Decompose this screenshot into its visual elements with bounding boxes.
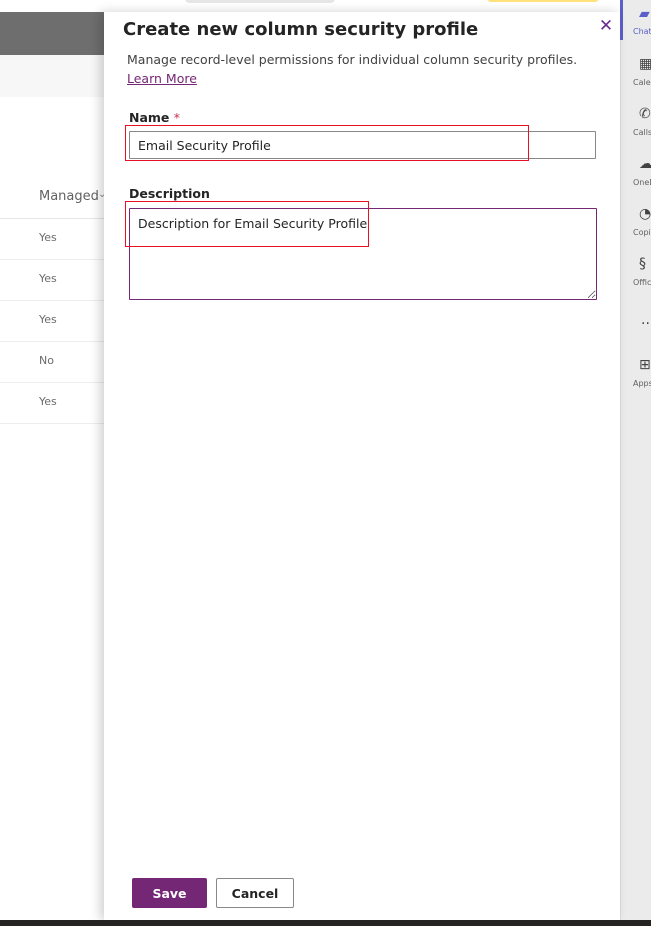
rail-item-label: Office	[633, 278, 651, 287]
notification-pill[interactable]	[487, 0, 599, 2]
cancel-button[interactable]: Cancel	[216, 878, 294, 908]
table-row[interactable]: No	[0, 341, 104, 383]
rail-item-calendar[interactable]: ▦ Calendar	[621, 56, 651, 106]
rail-item-copilot[interactable]: ◔ Copilot	[621, 206, 651, 256]
managed-cell: Yes	[39, 313, 57, 326]
table-row[interactable]: Yes	[0, 382, 104, 424]
office-icon: §	[639, 256, 646, 272]
app-header-bar	[0, 12, 104, 55]
learn-more-link[interactable]: Learn More	[127, 71, 197, 86]
rail-item-onedrive[interactable]: ☁ OneDrive	[621, 156, 651, 206]
rail-item-label: Chat	[633, 27, 651, 36]
managed-cell: No	[39, 354, 54, 367]
rail-item-label: Calendar	[633, 78, 651, 87]
rail-item-label: Calls	[633, 128, 651, 137]
rail-item-apps[interactable]: ⊞ Apps	[621, 357, 651, 407]
copilot-icon: ◔	[639, 206, 651, 222]
save-button[interactable]: Save	[132, 878, 207, 908]
taskbar-strip	[0, 920, 651, 926]
description-label: Description	[129, 186, 210, 201]
close-icon[interactable]: ✕	[597, 17, 615, 35]
rail-item-chat[interactable]: ▰ Chat	[621, 6, 651, 56]
grid-header-managed[interactable]: Managed ⌄	[0, 175, 106, 219]
name-label-text: Name	[129, 110, 170, 125]
command-bar	[0, 55, 104, 98]
name-label: Name *	[129, 110, 180, 125]
rail-item-label: Copilot	[633, 228, 651, 237]
panel-description-text: Manage record-level permissions for indi…	[127, 52, 578, 67]
required-marker: *	[173, 110, 181, 125]
apps-icon: ⊞	[639, 357, 651, 373]
cloud-icon: ☁	[639, 156, 651, 172]
table-row[interactable]: Yes	[0, 218, 104, 260]
phone-icon: ✆	[639, 106, 651, 122]
app-rail: ▰ Chat ▦ Calendar ✆ Calls ☁ OneDrive ◔ C…	[620, 0, 651, 920]
table-row[interactable]: Yes	[0, 300, 104, 342]
create-profile-panel: Create new column security profile ✕ Man…	[104, 12, 620, 920]
chat-icon: ▰	[639, 6, 650, 22]
name-field[interactable]	[129, 131, 596, 159]
description-field[interactable]: Description for Email Security Profile	[129, 208, 597, 300]
more-apps-button[interactable]: ...	[621, 312, 651, 362]
rail-item-label: Apps	[633, 379, 651, 388]
rail-item-calls[interactable]: ✆ Calls	[621, 106, 651, 156]
panel-description: Manage record-level permissions for indi…	[127, 50, 597, 88]
rail-item-label: OneDrive	[633, 178, 651, 187]
grid-header-label: Managed	[39, 189, 99, 204]
managed-cell: Yes	[39, 272, 57, 285]
calendar-icon: ▦	[639, 56, 651, 72]
table-row[interactable]: Yes	[0, 259, 104, 301]
managed-cell: Yes	[39, 231, 57, 244]
rail-active-indicator	[620, 0, 623, 40]
address-bar-pill[interactable]	[185, 0, 335, 3]
rail-item-office[interactable]: § Office	[621, 256, 651, 306]
managed-cell: Yes	[39, 395, 57, 408]
more-icon: ...	[641, 312, 651, 328]
panel-title: Create new column security profile	[123, 19, 479, 40]
